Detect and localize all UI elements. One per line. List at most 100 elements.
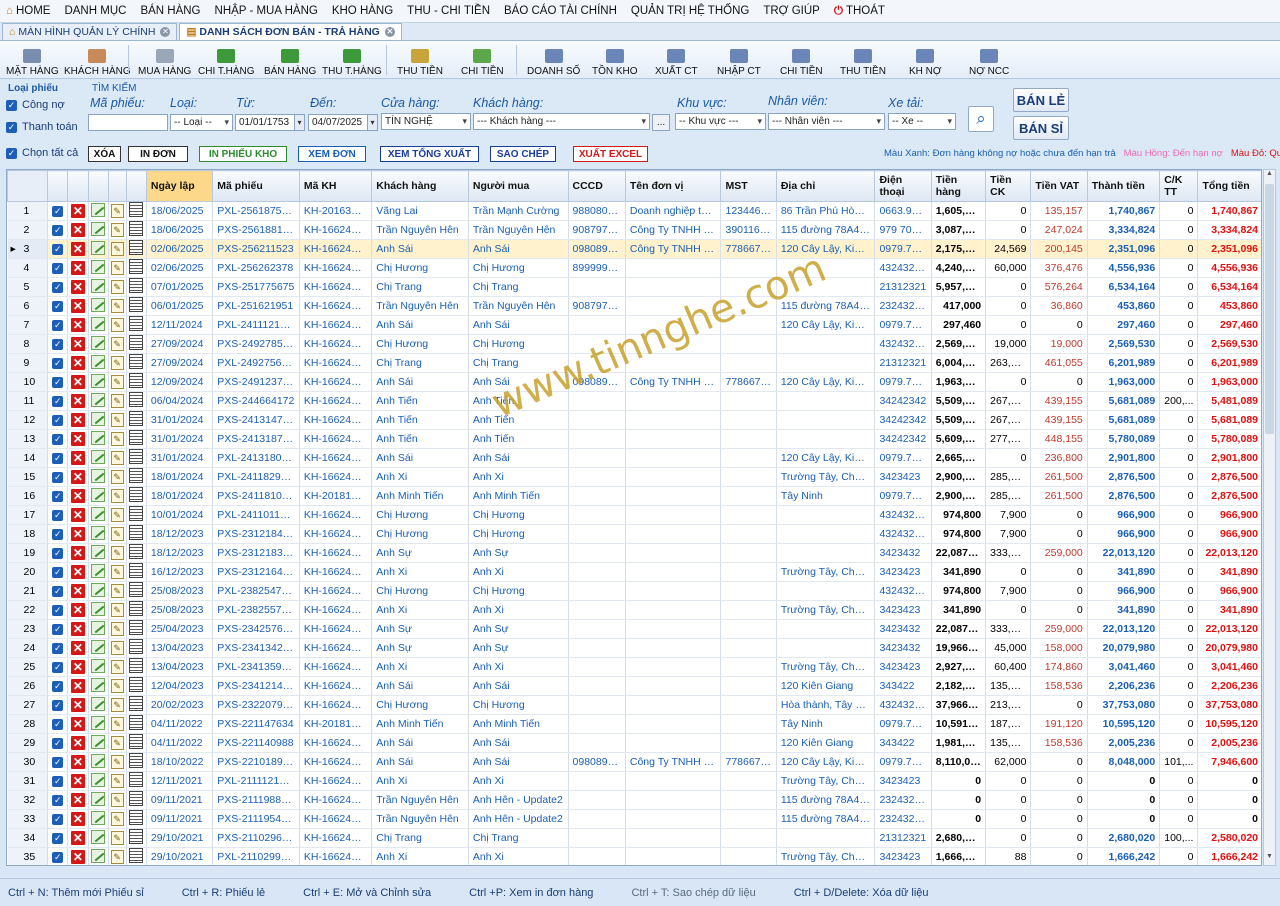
khu-vuc-select[interactable]: -- Khu vực --- (675, 113, 766, 130)
checkbox-checked-icon[interactable]: ✓ (52, 263, 64, 274)
detail-list-icon[interactable] (129, 335, 144, 350)
row-detail-cell[interactable] (126, 695, 147, 715)
note-icon[interactable]: ✎ (110, 489, 124, 503)
row-select-cell[interactable]: ✓ (47, 372, 69, 392)
delete-icon[interactable]: ✕ (70, 622, 85, 636)
row-note-cell[interactable]: ✎ (108, 353, 127, 373)
row-delete-cell[interactable]: ✕ (67, 467, 89, 487)
detail-list-icon[interactable] (129, 506, 144, 521)
row-edit-cell[interactable] (88, 429, 109, 449)
col-ma-phieu[interactable]: Mã phiếu (212, 170, 300, 202)
menu-tro-giup[interactable]: TRỢ GIÚP (763, 5, 820, 17)
delete-icon[interactable]: ✕ (70, 394, 85, 408)
xem-tong-xuat-button[interactable]: XEM TỔNG XUẤT (380, 146, 479, 162)
row-select-cell[interactable]: ✓ (47, 277, 69, 297)
note-icon[interactable]: ✎ (110, 204, 124, 218)
row-detail-cell[interactable] (126, 448, 147, 468)
row-note-cell[interactable]: ✎ (108, 657, 127, 677)
row-delete-cell[interactable]: ✕ (67, 562, 89, 582)
row-edit-cell[interactable] (88, 543, 109, 563)
row-detail-cell[interactable] (126, 239, 147, 259)
row-note-cell[interactable]: ✎ (108, 372, 127, 392)
note-icon[interactable]: ✎ (110, 565, 124, 579)
row-edit-cell[interactable] (88, 828, 109, 848)
row-number[interactable]: 12 (7, 410, 49, 430)
row-delete-cell[interactable]: ✕ (67, 657, 89, 677)
tab-danh-sach-don-ban[interactable]: ▤ DANH SÁCH ĐƠN BÁN - TRẢ HÀNG ✕ (179, 23, 402, 40)
note-icon[interactable]: ✎ (110, 337, 124, 351)
edit-icon[interactable] (91, 525, 106, 540)
detail-list-icon[interactable] (129, 563, 144, 578)
note-icon[interactable]: ✎ (110, 375, 124, 389)
checkbox-checked-icon[interactable]: ✓ (52, 453, 64, 464)
checkbox-checked-icon[interactable]: ✓ (52, 510, 64, 521)
col-thanh-tien[interactable]: Thành tiền (1086, 170, 1161, 202)
edit-icon[interactable] (91, 734, 106, 749)
delete-icon[interactable]: ✕ (70, 774, 85, 788)
delete-icon[interactable]: ✕ (70, 242, 85, 256)
edit-icon[interactable] (91, 601, 106, 616)
delete-icon[interactable]: ✕ (70, 717, 85, 731)
row-edit-cell[interactable] (88, 562, 109, 582)
menu-thoat[interactable]: ⏻ THOÁT (834, 5, 885, 18)
checkbox-checked-icon[interactable]: ✓ (52, 776, 64, 787)
edit-icon[interactable] (91, 639, 106, 654)
delete-icon[interactable]: ✕ (70, 584, 85, 598)
row-note-cell[interactable]: ✎ (108, 258, 127, 278)
row-edit-cell[interactable] (88, 258, 109, 278)
table-row[interactable]: 24 ✓ ✕ ✎ 13/04/2023 PXS-2341342648 KH-1662437.… (7, 638, 1261, 658)
detail-list-icon[interactable] (129, 772, 144, 787)
row-note-cell[interactable]: ✎ (108, 714, 127, 734)
toolbar-nhap-ct[interactable]: NHẬP CT (717, 43, 761, 77)
detail-list-icon[interactable] (129, 240, 144, 255)
in-phieu-kho-button[interactable]: IN PHIẾU KHO (199, 146, 287, 162)
row-detail-cell[interactable] (126, 315, 147, 335)
delete-icon[interactable]: ✕ (70, 698, 85, 712)
row-number[interactable]: 9 (7, 353, 49, 373)
edit-icon[interactable] (91, 506, 106, 521)
close-icon[interactable]: ✕ (160, 27, 171, 37)
delete-icon[interactable]: ✕ (70, 451, 85, 465)
row-delete-cell[interactable]: ✕ (67, 372, 89, 392)
row-detail-cell[interactable] (126, 714, 147, 734)
row-note-cell[interactable]: ✎ (108, 847, 127, 865)
row-note-cell[interactable]: ✎ (108, 429, 127, 449)
row-select-cell[interactable]: ✓ (47, 353, 69, 373)
row-delete-cell[interactable]: ✕ (67, 429, 89, 449)
toolbar-chi-tien[interactable]: CHI TIỀN (461, 43, 504, 77)
row-select-cell[interactable]: ✓ (47, 657, 69, 677)
col-tien-hang[interactable]: Tiền hàng (930, 170, 987, 202)
row-number[interactable]: 19 (7, 543, 49, 563)
note-icon[interactable]: ✎ (110, 356, 124, 370)
row-edit-cell[interactable] (88, 676, 109, 696)
toolbar-mat-hang[interactable]: MẶT HÀNG (6, 43, 59, 77)
note-icon[interactable]: ✎ (110, 736, 124, 750)
delete-icon[interactable]: ✕ (70, 603, 85, 617)
edit-icon[interactable] (91, 202, 106, 217)
row-edit-cell[interactable] (88, 410, 109, 430)
edit-icon[interactable] (91, 297, 106, 312)
detail-list-icon[interactable] (129, 259, 144, 274)
row-select-cell[interactable]: ✓ (47, 733, 69, 753)
edit-icon[interactable] (91, 221, 106, 236)
delete-icon[interactable]: ✕ (70, 546, 85, 560)
row-detail-cell[interactable] (126, 809, 147, 829)
checkbox-checked-icon[interactable]: ✓ (52, 852, 64, 863)
detail-list-icon[interactable] (129, 848, 144, 863)
row-delete-cell[interactable]: ✕ (67, 448, 89, 468)
row-number[interactable]: 2 (7, 220, 49, 240)
row-select-cell[interactable]: ✓ (47, 334, 69, 354)
checkbox-checked-icon[interactable]: ✓ (52, 415, 64, 426)
row-detail-cell[interactable] (126, 619, 147, 639)
row-select-cell[interactable]: ✓ (47, 828, 69, 848)
table-row[interactable]: 22 ✓ ✕ ✎ 25/08/2023 PXL-2382557053 KH-1662466.… (7, 600, 1261, 620)
checkbox-checked-icon[interactable]: ✓ (52, 472, 64, 483)
search-icon[interactable]: ⌕ (968, 106, 994, 132)
row-edit-cell[interactable] (88, 695, 109, 715)
nhan-vien-select[interactable]: --- Nhân viên --- (768, 113, 885, 130)
row-note-cell[interactable]: ✎ (108, 486, 127, 506)
detail-list-icon[interactable] (129, 810, 144, 825)
delete-icon[interactable]: ✕ (70, 356, 85, 370)
row-edit-cell[interactable] (88, 733, 109, 753)
toolbar-chi-t-hang[interactable]: CHI T.HÀNG (198, 43, 255, 77)
